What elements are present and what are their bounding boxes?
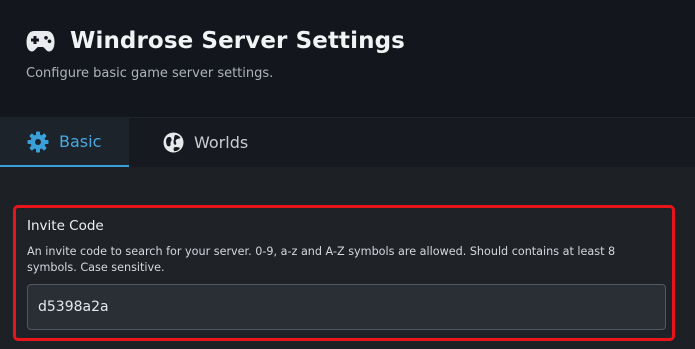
invite-code-input[interactable] [27,284,666,330]
invite-code-label: Invite Code [27,218,104,234]
tab-bar: Basic Worlds [0,117,695,167]
gamepad-icon [26,26,55,55]
tab-basic-label: Basic [59,132,102,151]
page-header: Windrose Server Settings Configure basic… [0,0,695,117]
tab-worlds-label: Worlds [194,133,249,152]
page-subtitle: Configure basic game server settings. [26,66,274,81]
invite-code-field: Invite Code An invite code to search for… [13,205,675,341]
title-row: Windrose Server Settings [26,26,405,55]
invite-code-description: An invite code to search for your server… [27,245,616,274]
tab-basic[interactable]: Basic [0,118,129,167]
tab-worlds[interactable]: Worlds [129,118,269,167]
gear-icon [27,131,49,153]
page-title: Windrose Server Settings [70,27,405,54]
globe-icon [162,132,184,154]
